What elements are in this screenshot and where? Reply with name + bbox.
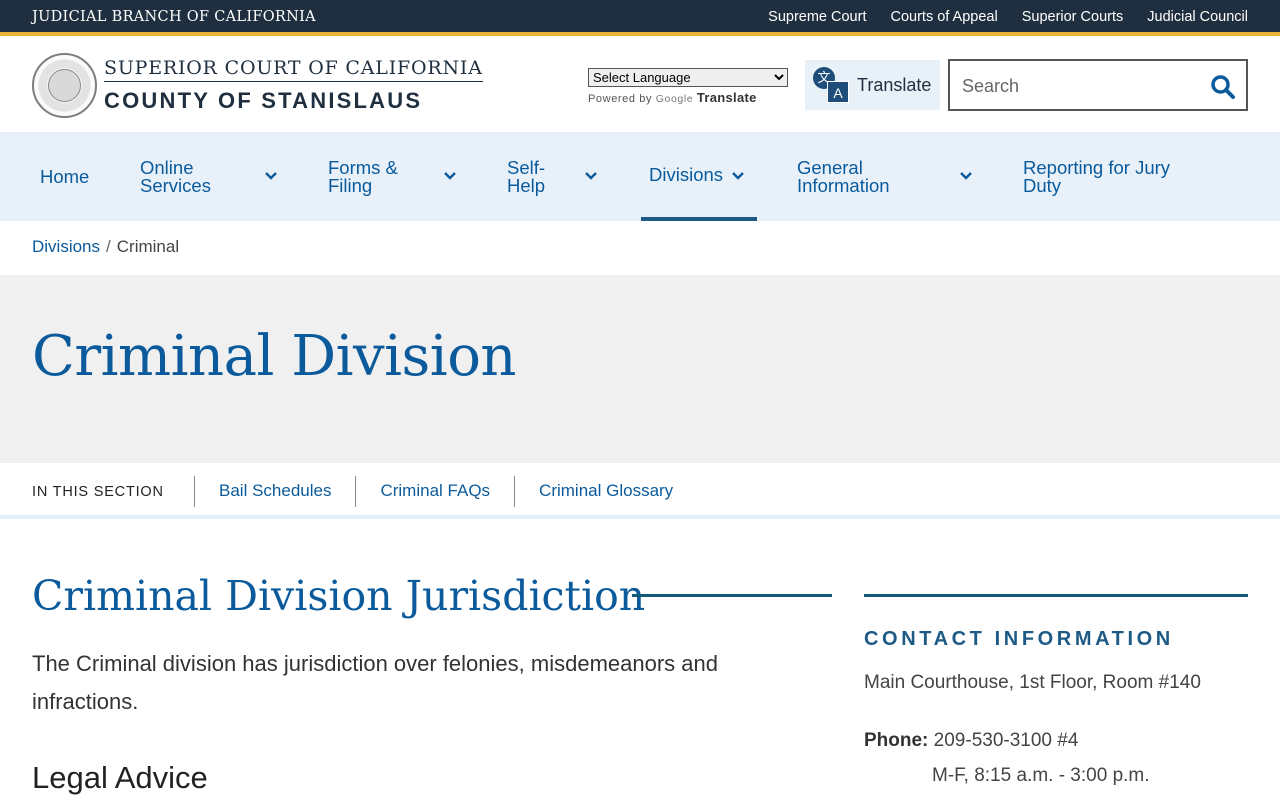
legal-advice-heading: Legal Advice <box>32 760 208 795</box>
section-link-criminal-faqs[interactable]: Criminal FAQs <box>355 476 514 507</box>
breadcrumb-separator: / <box>106 237 111 256</box>
sidebar-rule <box>864 594 1248 597</box>
court-name-line2[interactable]: COUNTY OF STANISLAUS <box>104 88 422 114</box>
breadcrumb-divisions[interactable]: Divisions <box>32 237 100 256</box>
section-link-bail-schedules[interactable]: Bail Schedules <box>194 476 355 507</box>
chevron-down-icon <box>732 172 744 180</box>
contact-location: Main Courthouse, 1st Floor, Room #140 <box>864 672 1201 693</box>
contact-hours: M-F, 8:15 a.m. - 3:00 p.m. <box>932 765 1150 786</box>
translate-button[interactable]: 文 A Translate <box>805 60 940 110</box>
nav-item-general-information[interactable]: General Information <box>797 132 982 221</box>
search-input[interactable] <box>962 73 1202 99</box>
chevron-down-icon <box>444 172 456 180</box>
powered-by-google: Powered by Google Translate <box>588 90 757 105</box>
jurisdiction-heading: Criminal Division Jurisdiction <box>32 572 646 620</box>
site-header: SUPERIOR COURT OF CALIFORNIA COUNTY OF S… <box>0 40 1280 132</box>
phone-number[interactable]: 209-530-3100 #4 <box>934 730 1079 751</box>
top-link-superior-courts[interactable]: Superior Courts <box>1022 9 1124 25</box>
jurisdiction-text: The Criminal division has jurisdiction o… <box>32 651 718 714</box>
section-nav: IN THIS SECTION Bail Schedules Criminal … <box>0 463 1280 519</box>
nav-item-forms-filing[interactable]: Forms & Filing <box>328 132 463 221</box>
page-title: Criminal Division <box>32 324 517 389</box>
court-name-line1[interactable]: SUPERIOR COURT OF CALIFORNIA <box>104 57 483 82</box>
chevron-down-icon <box>960 172 972 180</box>
translate-button-label: Translate <box>857 74 932 95</box>
section-nav-label: IN THIS SECTION <box>32 484 164 500</box>
nav-item-divisions[interactable]: Divisions <box>641 132 757 221</box>
contact-phone: Phone: 209-530-3100 #4 <box>864 730 1078 752</box>
nav-item-self-help[interactable]: Self-Help <box>507 132 607 221</box>
chevron-down-icon <box>585 172 597 180</box>
google-translate-widget: Select Language Powered by Google Transl… <box>588 68 788 105</box>
heading-rule <box>632 594 832 597</box>
top-link-judicial-council[interactable]: Judicial Council <box>1147 9 1248 25</box>
search-icon[interactable] <box>1210 74 1236 100</box>
nav-item-jury-duty[interactable]: Reporting for Jury Duty <box>1023 132 1203 221</box>
main-nav: Home Online Services Forms & Filing Self… <box>0 132 1280 221</box>
top-link-courts-of-appeal[interactable]: Courts of Appeal <box>890 9 997 25</box>
language-select[interactable]: Select Language <box>588 68 788 87</box>
search-box <box>948 59 1248 111</box>
top-link-supreme-court[interactable]: Supreme Court <box>768 9 866 25</box>
google-logo: Google <box>655 93 694 105</box>
contact-info-heading: CONTACT INFORMATION <box>864 628 1174 650</box>
chevron-down-icon <box>265 172 277 180</box>
top-bar: JUDICIAL BRANCH OF CALIFORNIA Supreme Co… <box>0 0 1280 36</box>
nav-item-home[interactable]: Home <box>40 132 100 221</box>
top-links: Supreme Court Courts of Appeal Superior … <box>768 9 1248 25</box>
court-seal-icon[interactable] <box>32 53 97 118</box>
nav-item-online-services[interactable]: Online Services <box>140 132 285 221</box>
translate-icon: 文 A <box>813 67 849 103</box>
page-hero: Criminal Division <box>0 275 1280 463</box>
judicial-branch-brand[interactable]: JUDICIAL BRANCH OF CALIFORNIA <box>32 9 316 25</box>
section-nav-links: Bail Schedules Criminal FAQs Criminal Gl… <box>194 476 697 507</box>
breadcrumb: Divisions / Criminal <box>32 237 179 257</box>
phone-label: Phone: <box>864 730 929 751</box>
breadcrumb-current: Criminal <box>116 237 180 256</box>
section-link-criminal-glossary[interactable]: Criminal Glossary <box>514 476 697 507</box>
